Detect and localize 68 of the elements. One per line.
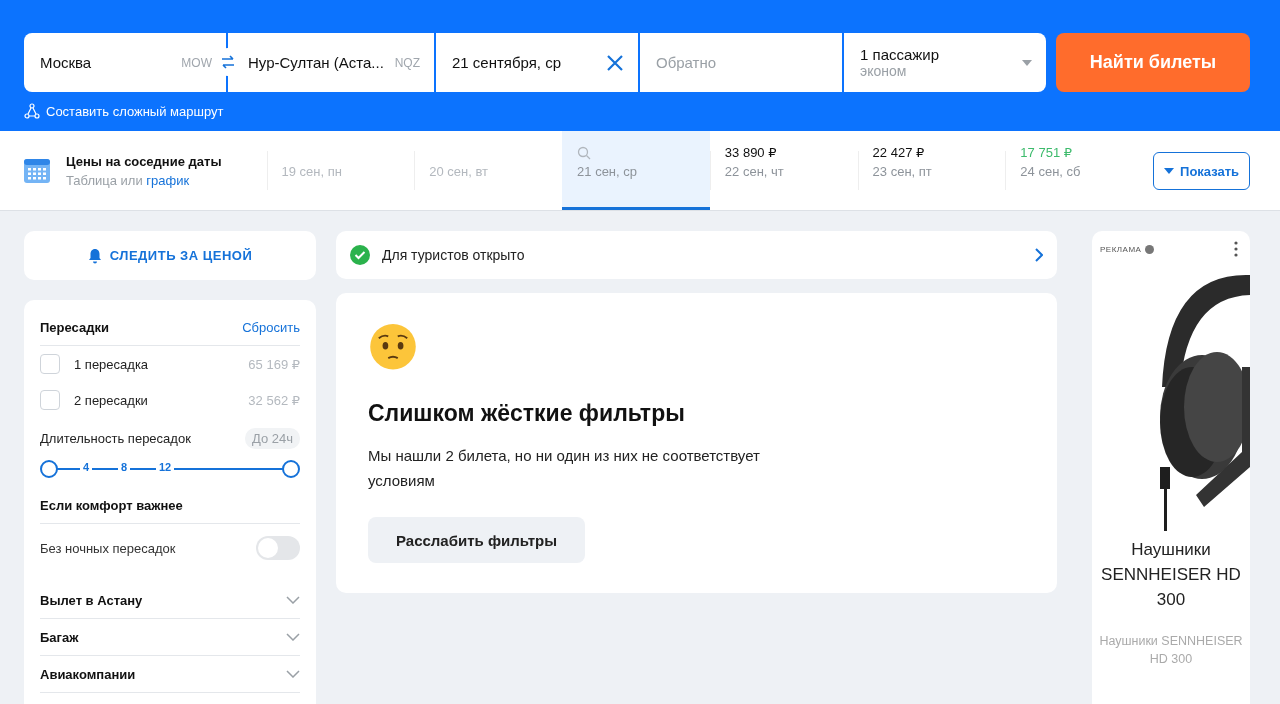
date-label: 20 сен, вт (429, 164, 490, 179)
bell-icon (87, 247, 102, 264)
chevron-right-icon (1035, 248, 1043, 262)
close-icon[interactable] (606, 53, 624, 72)
origin-field[interactable]: Москва MOW (24, 33, 226, 92)
stop-price: 65 169 ₽ (248, 356, 300, 372)
ad-label: РЕКЛАМА (1100, 244, 1142, 254)
date-label: 21 сен, ср (577, 164, 638, 179)
chevron-down-icon (286, 633, 300, 641)
slider-tick: 12 (156, 461, 175, 473)
follow-price-button[interactable]: СЛЕДИТЬ ЗА ЦЕНОЙ (24, 231, 316, 280)
airport-code: NQZ (394, 55, 420, 70)
date-label: 22 сен, чт (724, 164, 785, 179)
toggle-label: Без ночных пересадок (40, 540, 176, 556)
empty-message: Мы нашли 2 билета, но ни один из них не соответствует условиям (368, 446, 761, 492)
destination-field[interactable]: Нур-Султан (Аста... NQZ (228, 33, 434, 92)
date-label: 24 сен, сб (1020, 164, 1082, 179)
slider-tick: 8 (118, 461, 131, 473)
caret-icon (1022, 59, 1032, 66)
date-label: 19 сен, пн (281, 164, 343, 179)
show-button[interactable]: Показать (1153, 152, 1250, 190)
chevron-down-icon (286, 670, 300, 678)
slider-handle[interactable] (282, 460, 300, 478)
more-icon[interactable] (1234, 241, 1238, 257)
filter-title: Если комфорт важнее (40, 498, 183, 513)
calendar-icon (24, 157, 50, 184)
price: 22 427 ₽ (872, 145, 926, 161)
slider-tick: 4 (80, 461, 93, 473)
date-label: 23 сен, пт (872, 164, 933, 179)
ad-title[interactable]: Наушники SENNHEISER HD 300 (1092, 537, 1250, 612)
worried-face-icon (368, 323, 418, 371)
duration-badge: До 24ч (244, 427, 300, 449)
slider-handle[interactable] (40, 460, 58, 478)
notice-text: Для туристов открыто (382, 247, 526, 263)
checkbox[interactable] (40, 390, 60, 410)
empty-title: Слишком жёсткие фильтры (368, 400, 685, 428)
dates-title: Цены на соседние даты (66, 153, 222, 169)
info-icon (1145, 244, 1155, 254)
price: 17 751 ₽ (1020, 145, 1073, 161)
ad-caption: Наушники SENNHEISER HD 300 (1098, 633, 1244, 668)
route-icon (24, 103, 40, 119)
checkbox-label: 2 пересадки (74, 392, 148, 408)
filter-title: Пересадки (40, 320, 109, 335)
filter-section-title[interactable]: Багаж (40, 629, 79, 645)
date-price-cell[interactable]: 22 427 ₽ 23 сен, пт (857, 131, 1006, 210)
filter-section-title[interactable]: Вылет в Астану (40, 592, 143, 608)
relax-filters-button[interactable]: Расслабить фильтры (368, 517, 586, 563)
checkbox-label: 1 пересадка (74, 356, 149, 372)
toggle-switch[interactable] (256, 536, 300, 560)
caret-icon (1164, 168, 1175, 174)
complex-route-link[interactable]: Составить сложный маршрут (24, 103, 224, 119)
notice-bar[interactable]: Для туристов открыто (336, 231, 1057, 279)
filter-section-title[interactable]: Авиакомпании (40, 666, 136, 682)
duration-slider[interactable]: 4 8 12 (40, 458, 300, 480)
search-icon (577, 145, 592, 161)
check-circle-icon (350, 245, 370, 265)
reset-link[interactable]: Сбросить (242, 320, 300, 335)
airport-code: MOW (181, 55, 212, 70)
price: 33 890 ₽ (724, 145, 778, 161)
chevron-down-icon (286, 596, 300, 604)
depart-date-field[interactable]: 21 сентября, ср (436, 33, 638, 92)
stop-price: 32 562 ₽ (248, 392, 300, 408)
chart-link[interactable]: график (146, 172, 190, 188)
filter-subtitle: Длительность пересадок (40, 430, 191, 446)
date-price-cell[interactable]: 33 890 ₽ 22 сен, чт (709, 131, 858, 210)
passengers-field[interactable]: 1 пассажир эконом (844, 33, 1046, 92)
checkbox[interactable] (40, 354, 60, 374)
dates-subtitle: Таблица или график (66, 172, 191, 188)
